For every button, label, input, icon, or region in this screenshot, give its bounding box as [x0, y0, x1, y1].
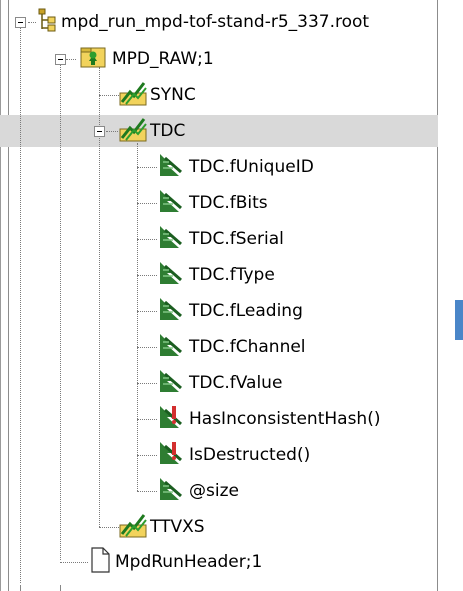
tree-guide-line	[28, 22, 36, 23]
tree-leaf-label: TDC.fSerial	[189, 229, 284, 249]
leaf-icon	[157, 368, 185, 398]
leaf-method-icon	[157, 404, 185, 434]
tree-guide-line	[137, 491, 157, 492]
tree-leaf-label: @size	[189, 481, 239, 501]
tree-node-label: MpdRunHeader;1	[115, 552, 263, 572]
tree-leaf-label: HasInconsistentHash()	[189, 409, 381, 429]
tree-guide-line	[137, 143, 138, 491]
tree-guide-line	[137, 239, 157, 240]
leaf-icon	[157, 260, 185, 290]
tree-guide-line	[99, 527, 119, 528]
tree-leaf-fbits[interactable]: TDC.fBits	[157, 189, 268, 217]
tree-leaf-label: TDC.fValue	[189, 373, 283, 393]
leaf-icon	[157, 188, 185, 218]
splitter-handle[interactable]	[455, 300, 463, 340]
tree-leaf-fserial[interactable]: TDC.fSerial	[157, 225, 284, 253]
tree-guide-line	[137, 455, 157, 456]
tree-leaf-label: IsDestructed()	[189, 445, 311, 465]
tree-guide-line	[106, 131, 118, 132]
tree-guide-line	[137, 383, 157, 384]
tree-leaf-fvalue[interactable]: TDC.fValue	[157, 369, 282, 397]
tree-node-tdc[interactable]: TDC	[118, 117, 185, 145]
tree-leaf-fchannel[interactable]: TDC.fChannel	[157, 333, 306, 361]
panel-edge	[0, 0, 1, 591]
selection-highlight	[0, 115, 438, 147]
collapse-toggle-mpd-raw[interactable]	[55, 54, 66, 65]
collapse-toggle-root[interactable]	[15, 17, 26, 28]
tree-guide-line	[20, 28, 21, 583]
tree-leaf-label: TDC.fChannel	[189, 337, 306, 357]
tree-leaf-funiqueid[interactable]: TDC.fUniqueID	[157, 153, 314, 181]
tree-leaf-fleading[interactable]: TDC.fLeading	[157, 297, 303, 325]
leaf-icon	[157, 476, 185, 506]
leaf-icon	[157, 224, 185, 254]
tree-node-run-header[interactable]: MpdRunHeader;1	[88, 547, 263, 577]
tree-guide-line	[137, 347, 157, 348]
branch-icon	[118, 512, 148, 542]
tree-guide-line	[60, 65, 61, 560]
tree-node-mpd-raw[interactable]: MPD_RAW;1	[78, 45, 214, 73]
branch-icon	[118, 116, 148, 146]
tree-leaf-ftype[interactable]: TDC.fType	[157, 261, 275, 289]
tree-leaf-label: TDC.fLeading	[189, 301, 303, 321]
tree-node-ttvxs[interactable]: TTVXS	[118, 513, 205, 541]
tree-node-label: SYNC	[150, 85, 196, 105]
document-icon	[88, 547, 112, 577]
tree-guide-line	[137, 419, 157, 420]
tree-leaf-hasinconsistenthash[interactable]: HasInconsistentHash()	[157, 405, 380, 433]
tree-leaf-isdestructed[interactable]: IsDestructed()	[157, 441, 310, 469]
collapse-toggle-tdc[interactable]	[94, 126, 105, 137]
tree-leaf-label: TDC.fBits	[189, 193, 268, 213]
leaf-icon	[157, 332, 185, 362]
tree-node-label: mpd_run_mpd-tof-stand-r5_337.root	[61, 12, 370, 32]
leaf-icon	[157, 296, 185, 326]
tree-guide-line	[99, 95, 119, 96]
tree-guide-line	[137, 275, 157, 276]
tree-node-root-file[interactable]: mpd_run_mpd-tof-stand-r5_337.root	[37, 8, 369, 36]
tree-guide-line	[20, 585, 21, 591]
tree-guide-line	[66, 59, 76, 60]
tree-guide-line	[137, 167, 157, 168]
branch-icon	[118, 80, 148, 110]
leaf-method-icon	[157, 440, 185, 470]
root-file-icon	[37, 8, 59, 36]
tree-leaf-label: TDC.fUniqueID	[189, 157, 314, 177]
tree-node-label: TTVXS	[150, 517, 205, 537]
tree-folder-icon	[78, 45, 108, 73]
tree-node-label: TDC	[150, 121, 186, 141]
leaf-icon	[157, 152, 185, 182]
tree-guide-line	[60, 585, 61, 591]
tree-leaf-size[interactable]: @size	[157, 477, 239, 505]
tree-guide-line	[60, 562, 88, 563]
tree-guide-line	[137, 203, 157, 204]
tree-node-sync[interactable]: SYNC	[118, 81, 196, 109]
tree-leaf-label: TDC.fType	[189, 265, 275, 285]
tree-guide-line	[137, 311, 157, 312]
tree-node-label: MPD_RAW;1	[112, 49, 214, 69]
